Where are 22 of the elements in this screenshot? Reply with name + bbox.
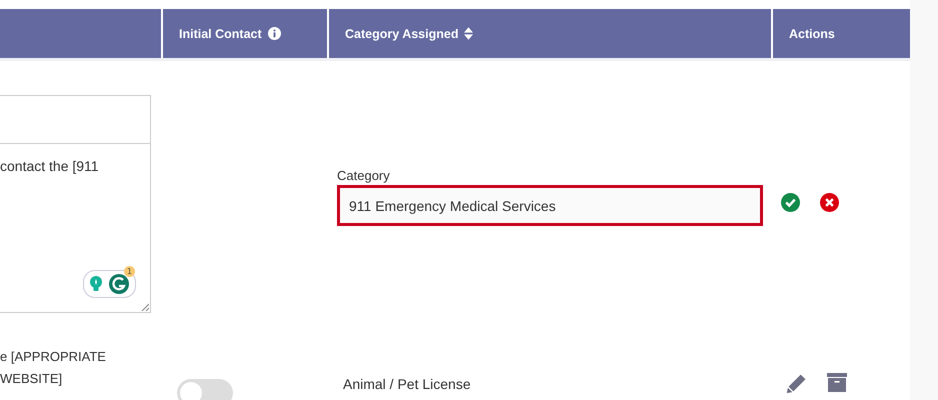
column-title: Initial Contact — [179, 26, 262, 40]
info-icon[interactable] — [268, 27, 281, 40]
message-text: contact the [911 — [0, 158, 99, 174]
resize-grip-icon[interactable] — [141, 303, 149, 311]
category-field[interactable]: 911 Emergency Medical Services — [337, 185, 763, 226]
field-label: Category — [337, 168, 391, 183]
cancel-icon[interactable] — [820, 193, 839, 212]
pencil-icon[interactable] — [786, 373, 807, 394]
message-text: e [APPROPRIATE WEBSITE] — [0, 348, 107, 388]
message-textarea[interactable]: contact the [911 1 — [0, 144, 151, 313]
category-text: Animal / Pet License — [342, 375, 472, 392]
text-field[interactable] — [0, 95, 151, 144]
grammarly-widget[interactable] — [83, 270, 136, 298]
column-title: Category Assigned — [345, 26, 458, 40]
archive-icon[interactable] — [827, 373, 847, 392]
lightbulb-icon[interactable] — [89, 276, 103, 292]
toggle-switch[interactable] — [177, 379, 233, 400]
grammarly-icon[interactable] — [108, 273, 130, 295]
column-title: Actions — [789, 26, 835, 40]
notification-badge: 1 — [124, 266, 135, 277]
confirm-icon[interactable] — [781, 193, 800, 212]
sort-icon[interactable] — [464, 27, 474, 40]
